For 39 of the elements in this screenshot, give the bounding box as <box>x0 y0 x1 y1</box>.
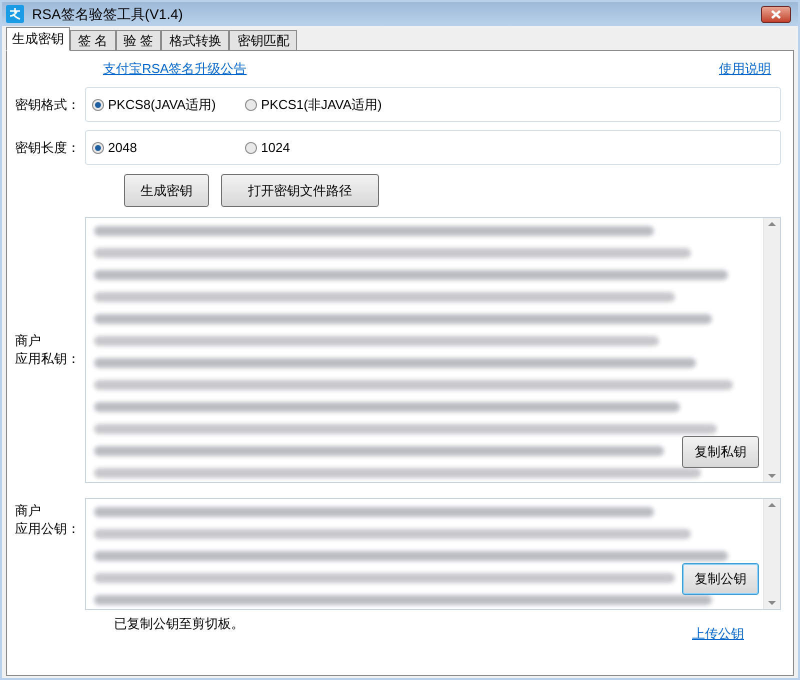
action-button[interactable]: 生成密钥 <box>124 174 209 207</box>
scroll-down-icon[interactable] <box>768 474 776 478</box>
scroll-down-icon[interactable] <box>768 601 776 605</box>
field-label: 商户 <box>15 332 42 350</box>
window-title: RSA签名验签工具(V1.4) <box>32 4 183 24</box>
field-label: 应用私钥： <box>15 350 81 368</box>
tab[interactable]: 密钥匹配 <box>229 30 298 51</box>
status-message: 已复制公钥至剪切板。 <box>114 615 244 633</box>
field-label: 密钥长度： <box>15 138 81 157</box>
radio-button[interactable] <box>92 98 104 110</box>
field-label: 密钥格式： <box>15 96 81 114</box>
scroll-up-icon[interactable] <box>768 222 776 226</box>
app-logo-icon <box>6 5 24 23</box>
close-button[interactable] <box>761 6 791 22</box>
tab[interactable]: 格式转换 <box>161 30 230 51</box>
radio-button[interactable] <box>245 98 257 110</box>
radio-option[interactable]: PKCS8(JAVA适用) <box>92 94 245 114</box>
copy-button[interactable]: 复制私钥 <box>682 436 759 468</box>
scrollbar[interactable] <box>763 499 780 609</box>
announcement-link[interactable]: 支付宝RSA签名升级公告 <box>103 59 247 79</box>
upload-link[interactable]: 上传公钥 <box>692 624 744 644</box>
manual-link[interactable]: 使用说明 <box>719 59 771 79</box>
radio-option[interactable]: 2048 <box>92 138 245 158</box>
field-label: 应用公钥： <box>15 520 81 538</box>
radio-option[interactable]: PKCS1(非JAVA适用) <box>245 94 398 114</box>
scroll-up-icon[interactable] <box>768 503 776 507</box>
key-text-area[interactable]: 复制公钥 <box>85 498 781 610</box>
tab[interactable]: 签 名 <box>70 30 116 51</box>
close-icon <box>771 10 781 18</box>
key-text-area[interactable]: 复制私钥 <box>85 217 781 483</box>
copy-button[interactable]: 复制公钥 <box>682 563 759 595</box>
radio-button[interactable] <box>245 142 257 154</box>
radio-button[interactable] <box>92 142 104 154</box>
tab[interactable]: 验 签 <box>116 30 162 51</box>
radio-option[interactable]: 1024 <box>245 138 398 158</box>
scrollbar[interactable] <box>763 218 780 482</box>
field-label: 商户 <box>15 502 42 520</box>
action-button[interactable]: 打开密钥文件路径 <box>221 174 379 207</box>
tab[interactable]: 生成密钥 <box>6 27 70 51</box>
